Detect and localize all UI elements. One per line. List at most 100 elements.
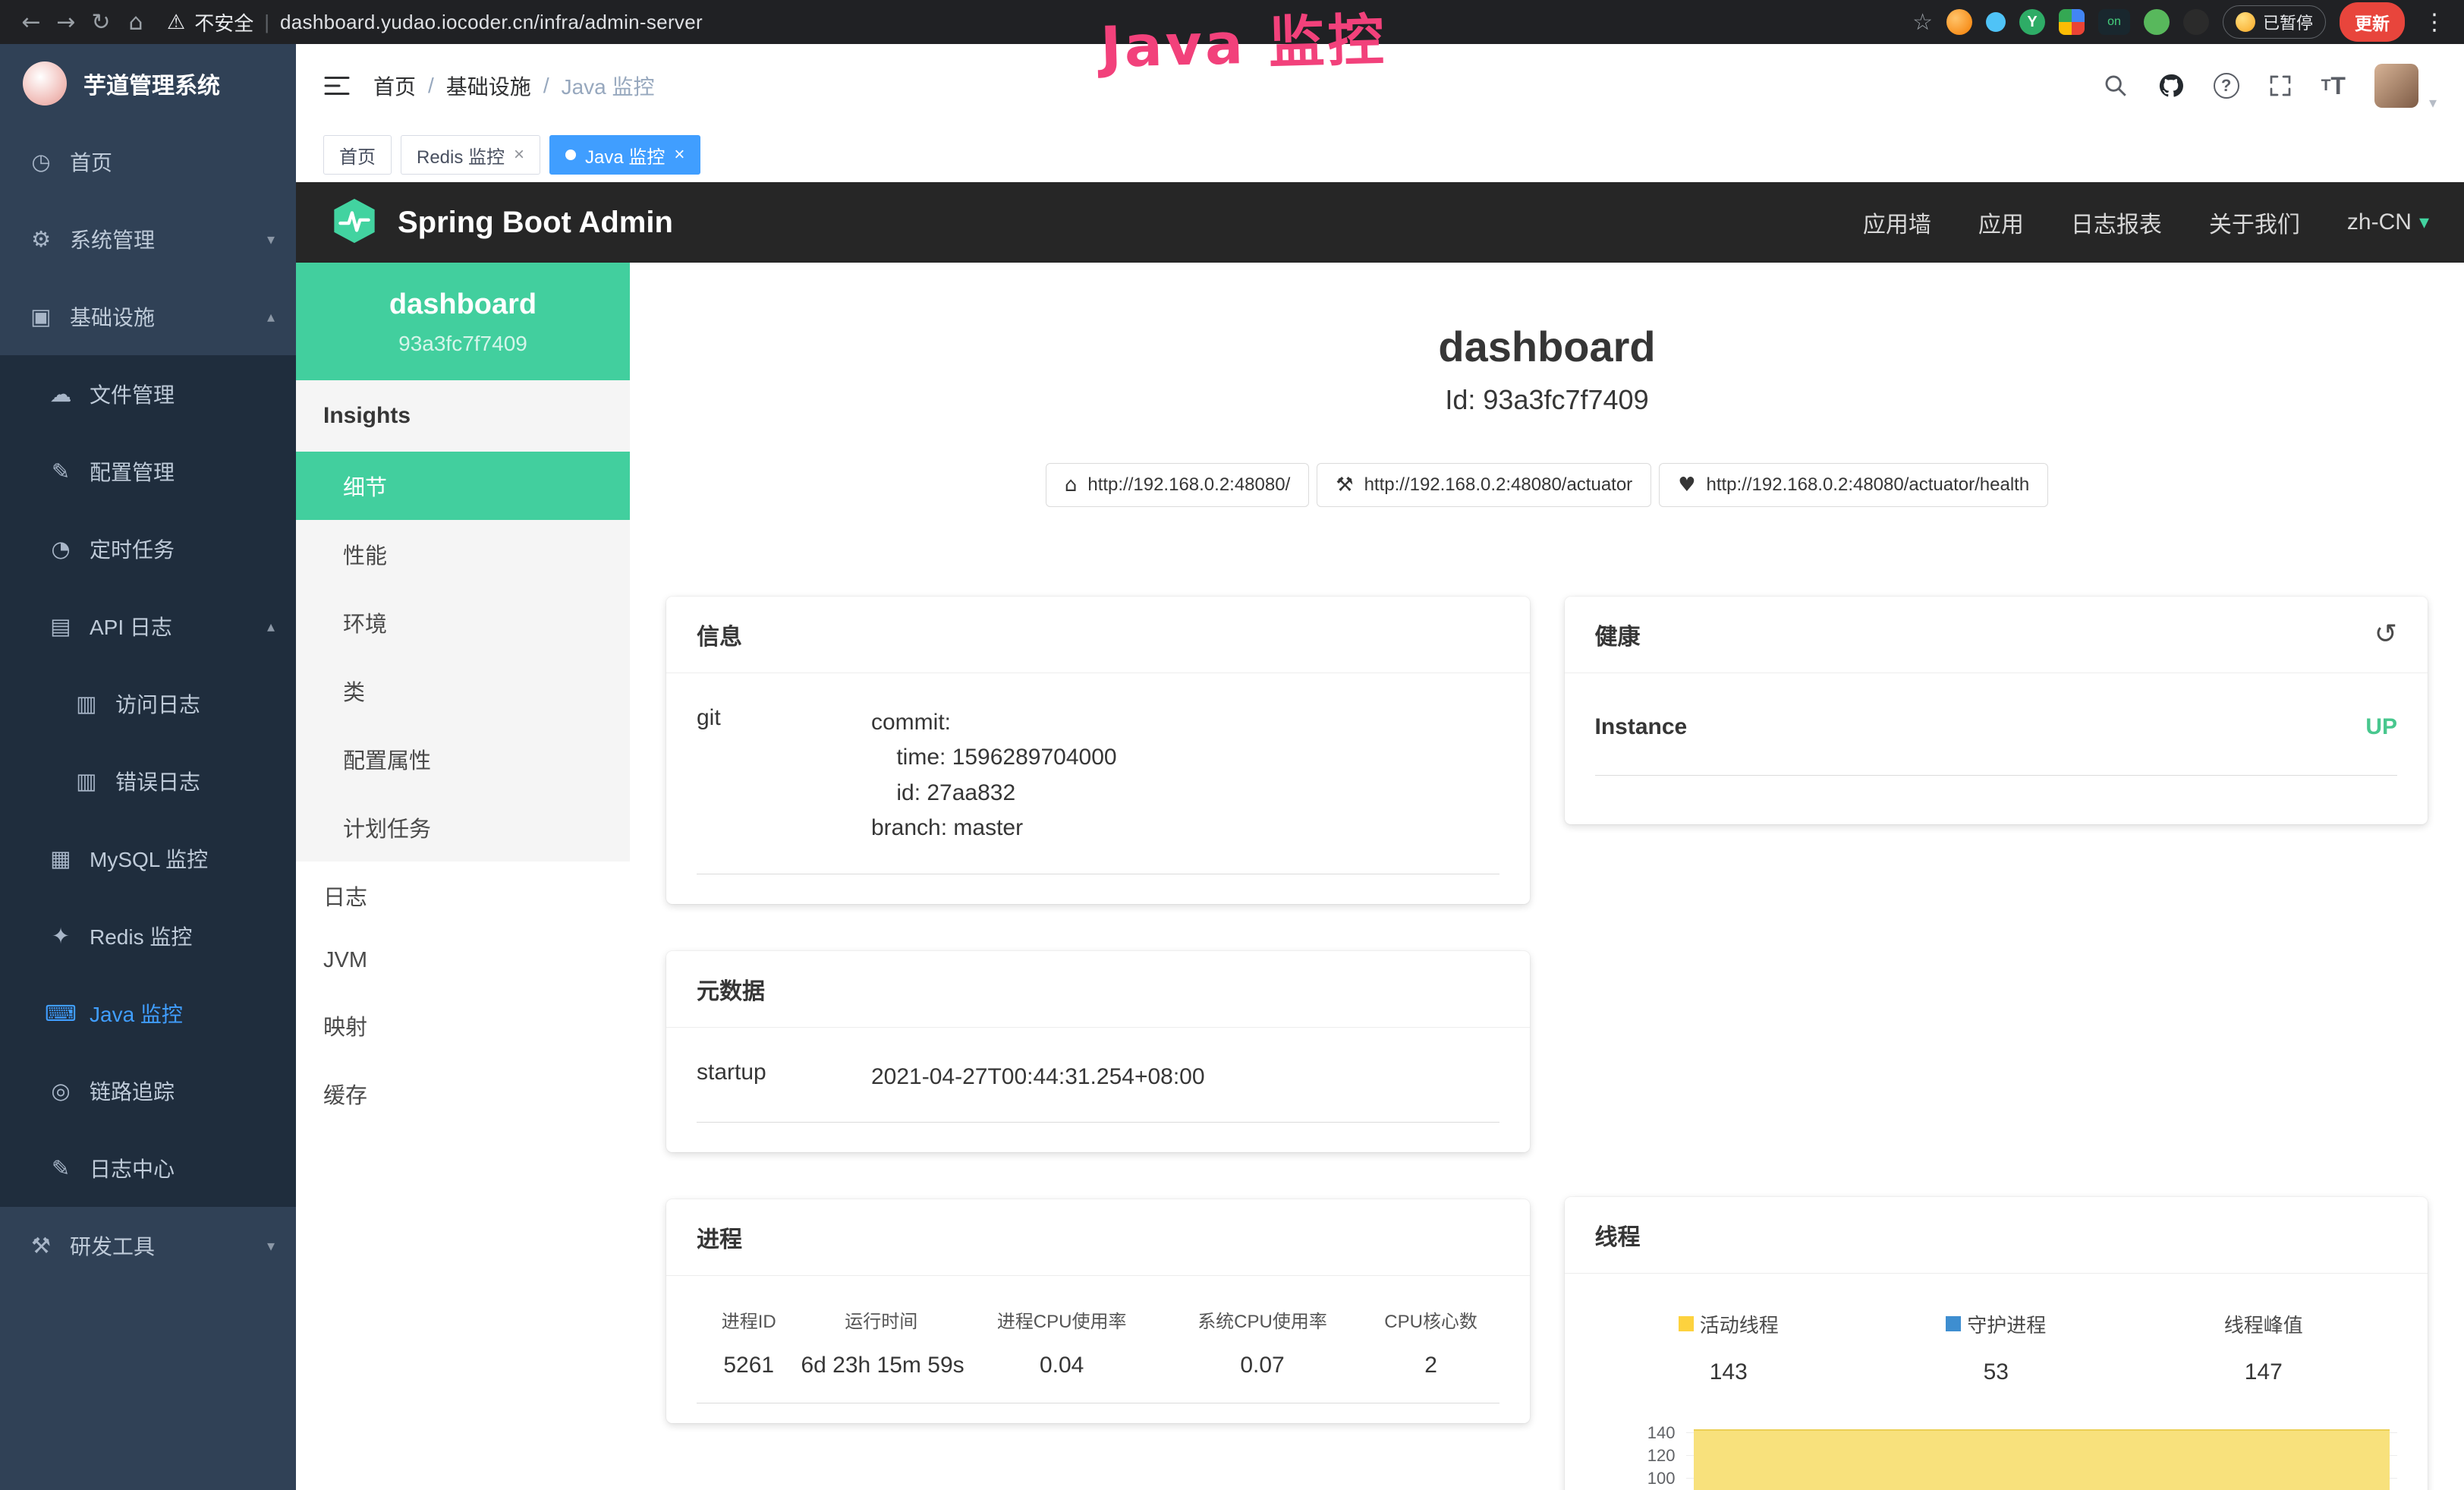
tab-close-icon[interactable]: × [674, 144, 684, 165]
tab-java-monitor[interactable]: Java 监控 × [549, 135, 700, 175]
sba-nav-wallboard[interactable]: 应用墙 [1863, 206, 1931, 239]
sidebar-item-config[interactable]: ✎ 配置管理 [0, 433, 296, 510]
sidebar-item-system[interactable]: ⚙ 系统管理 ▾ [0, 200, 296, 278]
breadcrumb: 首页 / 基础设施 / Java 监控 [373, 71, 655, 101]
actuator-url-button[interactable]: ⚒ http://192.168.0.2:48080/actuator [1317, 463, 1651, 507]
address-bar[interactable]: ⚠ 不安全 | dashboard.yudao.iocoder.cn/infra… [167, 8, 1912, 36]
forward-icon[interactable]: → [49, 9, 83, 36]
legend-value: 143 [1595, 1359, 1863, 1385]
health-row-instance[interactable]: Instance UP [1595, 682, 2398, 776]
sidebar-logo[interactable]: 芋道管理系统 [0, 44, 296, 123]
sba-menu-configprops[interactable]: 配置属性 [296, 725, 630, 793]
sidebar-item-redis[interactable]: ✦ Redis 监控 [0, 897, 296, 975]
sba-menu-details[interactable]: 细节 [296, 452, 630, 520]
sidebar-item-jobs[interactable]: ◔ 定时任务 [0, 510, 296, 587]
sidebar-item-mysql[interactable]: ▦ MySQL 监控 [0, 820, 296, 897]
tab-redis-monitor[interactable]: Redis 监控 × [401, 135, 540, 175]
font-size-icon[interactable]: TT [2321, 72, 2346, 100]
sba-logo-icon [331, 197, 378, 248]
sba-nav-about[interactable]: 关于我们 [2209, 206, 2300, 239]
tab-close-icon[interactable]: × [514, 144, 524, 165]
sidebar-toggle-icon[interactable] [323, 74, 351, 97]
sidebar-item-home[interactable]: ◷ 首页 [0, 123, 296, 200]
info-card-body: git commit: time: 1596289704000 id: 27aa… [666, 673, 1530, 874]
process-metrics: 进程ID 5261 运行时间 6d 23h 15m 59s 进程CPU使用率 [697, 1285, 1499, 1403]
extension-icon-leaf[interactable] [2144, 9, 2170, 35]
sba-nav-applications[interactable]: 应用 [1978, 206, 2024, 239]
metadata-row-startup: startup 2021-04-27T00:44:31.254+08:00 [697, 1037, 1499, 1123]
sba-menu-classes[interactable]: 类 [296, 657, 630, 725]
timer-icon: ◔ [44, 536, 77, 562]
sba-brand[interactable]: Spring Boot Admin [398, 206, 673, 240]
card-title: 进程 [697, 1221, 742, 1254]
sba-nav: 应用墙 应用 日志报表 关于我们 zh-CN ▾ [1863, 206, 2429, 239]
log-icon: ▤ [44, 613, 77, 639]
bookmark-star-icon[interactable]: ☆ [1912, 9, 1933, 36]
sba-menu-logs[interactable]: 日志 [296, 862, 630, 930]
breadcrumb-infra[interactable]: 基础设施 [446, 71, 531, 101]
sba-menu-mappings[interactable]: 映射 [296, 991, 630, 1060]
sidebar-item-infra[interactable]: ▣ 基础设施 ▴ [0, 278, 296, 355]
sidebar-item-java-monitor[interactable]: ⌨ Java 监控 [0, 975, 296, 1052]
health-url-button[interactable]: ♥ http://192.168.0.2:48080/actuator/heal… [1659, 463, 2048, 507]
sidebar-item-trace[interactable]: ◎ 链路追踪 [0, 1052, 296, 1129]
url-text: dashboard.yudao.iocoder.cn/infra/admin-s… [280, 11, 703, 34]
browser-menu-icon[interactable]: ⋮ [2418, 9, 2450, 36]
help-icon[interactable]: ? [2214, 73, 2239, 99]
doc-icon: ▥ [70, 768, 103, 794]
sidebar-item-files[interactable]: ☁ 文件管理 [0, 355, 296, 433]
extension-icon-switch[interactable]: on [2098, 9, 2130, 35]
chrome-update-button[interactable]: 更新 [2340, 2, 2405, 42]
extension-icon-green-y[interactable]: Y [2019, 9, 2045, 35]
card-title: 元数据 [697, 972, 765, 1006]
paused-badge[interactable]: 已暂停 [2223, 5, 2326, 39]
sidebar-item-label: 错误日志 [115, 766, 200, 796]
github-icon[interactable] [2157, 72, 2185, 99]
sidebar-item-log-center[interactable]: ✎ 日志中心 [0, 1129, 296, 1207]
home-icon[interactable]: ⌂ [118, 9, 153, 36]
tab-home[interactable]: 首页 [323, 135, 392, 175]
sba-nav-journal[interactable]: 日志报表 [2071, 206, 2162, 239]
sba-menu-scheduled-tasks[interactable]: 计划任务 [296, 793, 630, 862]
sidebar-item-devtools[interactable]: ⚒ 研发工具 ▾ [0, 1207, 296, 1284]
sba-menu-metrics[interactable]: 性能 [296, 520, 630, 588]
page-title: dashboard [666, 323, 2428, 370]
heart-icon: ♥ [1678, 474, 1695, 496]
avatar-caret-icon[interactable]: ▾ [2429, 93, 2437, 112]
metric-label: CPU核心数 [1363, 1306, 1499, 1333]
legend-swatch-yellow [1679, 1316, 1694, 1331]
sidebar-item-label: 日志中心 [90, 1153, 175, 1183]
log-center-icon: ✎ [44, 1155, 77, 1181]
health-status-badge: UP [2365, 714, 2397, 740]
back-icon[interactable]: ← [14, 9, 49, 36]
live-threads-area [1694, 1429, 2390, 1490]
cards-left-column: 信息 git commit: time: 1596289704000 id: 2… [666, 597, 1530, 1423]
sba-menu-caches[interactable]: 缓存 [296, 1060, 630, 1128]
sleep-face-icon [2236, 12, 2255, 32]
metric-cpu-cores: CPU核心数 2 [1363, 1306, 1499, 1378]
sba-language-select[interactable]: zh-CN ▾ [2347, 209, 2429, 235]
info-card: 信息 git commit: time: 1596289704000 id: 2… [666, 597, 1530, 904]
sidebar-item-error-log[interactable]: ▥ 错误日志 [0, 742, 296, 820]
admin-sidebar: 芋道管理系统 ◷ 首页 ⚙ 系统管理 ▾ ▣ 基础设施 ▴ ☁ 文件管理 ✎ 配… [0, 44, 296, 1490]
fullscreen-icon[interactable] [2268, 74, 2292, 98]
extension-icon-drop[interactable] [1986, 12, 2006, 32]
sba-body: dashboard 93a3fc7f7409 Insights 细节 性能 环境… [296, 263, 2464, 1490]
sidebar-item-access-log[interactable]: ▥ 访问日志 [0, 665, 296, 742]
reload-icon[interactable]: ↻ [83, 9, 118, 36]
health-card-header: 健康 ↺ [1565, 597, 2428, 673]
extension-icon-grid[interactable] [2059, 9, 2085, 35]
sba-menu-environment[interactable]: 环境 [296, 588, 630, 657]
metric-label: 系统CPU使用率 [1162, 1306, 1362, 1333]
sba-menu-jvm[interactable]: JVM [296, 930, 630, 991]
extension-icon-orange[interactable] [1946, 9, 1972, 35]
breadcrumb-home[interactable]: 首页 [373, 71, 416, 101]
browser-toolbar-right: ☆ Y on 已暂停 更新 ⋮ [1912, 2, 2450, 42]
sidebar-item-api-log[interactable]: ▤ API 日志 ▴ [0, 587, 296, 665]
extension-icon-dark[interactable] [2183, 9, 2209, 35]
avatar[interactable] [2374, 64, 2418, 108]
metric-system-cpu: 系统CPU使用率 0.07 [1162, 1306, 1362, 1378]
search-icon[interactable] [2103, 73, 2129, 99]
history-icon[interactable]: ↺ [2374, 621, 2397, 648]
service-url-button[interactable]: ⌂ http://192.168.0.2:48080/ [1046, 463, 1309, 507]
